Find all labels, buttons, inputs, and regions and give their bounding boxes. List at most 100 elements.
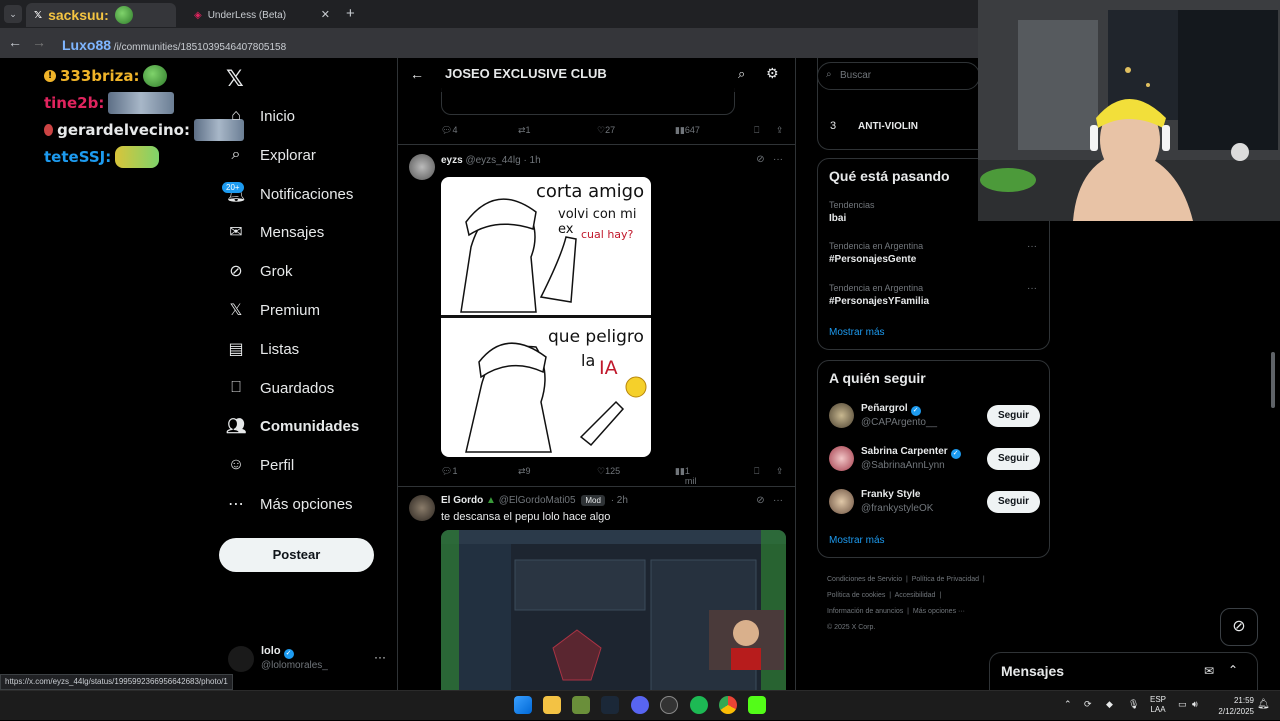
share-icon[interactable]: ⇪ — [776, 125, 784, 136]
avatar[interactable] — [829, 403, 854, 428]
avatar[interactable] — [829, 489, 854, 514]
follow-name[interactable]: Sabrina Carpenter ✓ — [861, 446, 961, 459]
repost-button[interactable]: ⇄ 1 — [518, 125, 531, 136]
nav-mensajes[interactable]: ✉ Mensajes — [226, 217, 324, 247]
post-image[interactable]: corta amigo volvi con mi ex cual hay? qu… — [441, 177, 651, 457]
back-arrow-icon[interactable]: ← — [8, 34, 22, 50]
volume-icon[interactable]: 🔊︎ — [1192, 699, 1198, 710]
repost-button[interactable]: ⇄ 9 — [518, 466, 531, 477]
chrome-icon[interactable] — [719, 696, 737, 714]
share-icon[interactable]: ⇪ — [776, 466, 784, 477]
show-more-link[interactable]: Mostrar más — [829, 535, 885, 546]
reply-button[interactable]: 💬︎ 1 — [441, 466, 457, 477]
footer-link[interactable]: Accesibilidad — [895, 592, 936, 599]
more-horizontal-icon[interactable]: ··· — [773, 495, 783, 506]
more-horizontal-icon[interactable]: ··· — [773, 154, 783, 165]
follow-name[interactable]: Peñargrol ✓ — [861, 403, 921, 416]
tab-underless[interactable]: ◈ UnderLess (Beta) ✕ — [186, 3, 338, 27]
nav-listas[interactable]: ▤ Listas — [226, 334, 299, 364]
footer-link[interactable]: Condiciones de Servicio — [827, 576, 902, 583]
follow-handle[interactable]: @SabrinaAnnLynn — [861, 460, 945, 471]
follow-handle[interactable]: @frankystyleOK — [861, 503, 933, 514]
nav-inicio[interactable]: ⌂ Inicio — [226, 101, 295, 131]
app-icon[interactable] — [572, 696, 590, 714]
trend-name[interactable]: Ibai — [829, 213, 846, 224]
search-input[interactable]: ⌕ Buscar — [817, 62, 980, 90]
tab-x[interactable]: 𝕏 sacksuu: — [26, 3, 176, 27]
avatar[interactable] — [409, 495, 435, 521]
footer-link[interactable]: Más opciones ··· — [913, 608, 965, 615]
post-time[interactable]: · 1h — [523, 155, 540, 166]
account-switcher[interactable]: lolo ✓ @lolomorales_ ··· — [228, 644, 386, 674]
follow-handle[interactable]: @CAPArgento__ — [861, 417, 937, 428]
grok-floating-button[interactable]: ⊘ — [1220, 608, 1258, 646]
views-button[interactable]: ▮▮ 647 — [675, 125, 700, 136]
avatar[interactable] — [829, 446, 854, 471]
post-image[interactable] — [441, 530, 786, 690]
follow-name[interactable]: Franky Style — [861, 489, 920, 500]
new-message-icon[interactable]: ✉ — [1204, 664, 1214, 678]
more-horizontal-icon[interactable]: ··· — [374, 650, 386, 664]
tab-list-button[interactable]: ⌄ — [4, 5, 22, 23]
notification-icon[interactable]: 🔔︎ — [1257, 699, 1270, 710]
nav-guardados[interactable]: ⎕ Guardados — [226, 373, 334, 403]
nav-premium[interactable]: 𝕏 Premium — [226, 295, 320, 325]
show-more-link[interactable]: Mostrar más — [829, 327, 885, 338]
grok-icon[interactable]: ⊘ — [756, 154, 764, 165]
x-logo-icon[interactable]: 𝕏 — [226, 66, 244, 92]
bookmark-icon[interactable]: ⎕ — [754, 125, 759, 136]
avatar[interactable] — [409, 154, 435, 180]
nav-comunidades[interactable]: 👥︎ Comunidades — [226, 411, 359, 441]
tray-app-icon[interactable]: ◆ — [1106, 699, 1113, 710]
nav-mas-opciones[interactable]: ⋯ Más opciones — [226, 489, 353, 519]
messages-drawer[interactable]: Mensajes ✉ ⌃ — [989, 652, 1258, 692]
forward-arrow-icon[interactable]: → — [32, 34, 46, 50]
follow-button[interactable]: Seguir — [987, 405, 1040, 427]
nav-notificaciones[interactable]: 🔔︎ Notificaciones — [226, 179, 353, 209]
more-horizontal-icon[interactable]: ··· — [1027, 283, 1037, 294]
url-field[interactable]: Luxo88 /i/communities/185103954640780515… — [54, 32, 974, 54]
post-button[interactable]: Postear — [219, 538, 374, 572]
reply-button[interactable]: 💬︎ 4 — [441, 125, 457, 136]
microphone-icon[interactable]: 🎙︎ — [1128, 699, 1139, 710]
steam-icon[interactable] — [601, 696, 619, 714]
views-button[interactable]: ▮▮ 1 mil — [675, 466, 696, 486]
nav-perfil[interactable]: ☺ Perfil — [226, 450, 294, 480]
kick-icon[interactable] — [748, 696, 766, 714]
spotify-icon[interactable] — [690, 696, 708, 714]
search-icon[interactable]: ⌕ — [738, 66, 745, 82]
sync-icon[interactable]: ⟳ — [1084, 699, 1092, 710]
discord-icon[interactable] — [631, 696, 649, 714]
like-button[interactable]: ♡ 27 — [597, 125, 615, 136]
follow-button[interactable]: Seguir — [987, 448, 1040, 470]
file-explorer-icon[interactable] — [543, 696, 561, 714]
footer-link[interactable]: Política de Privacidad — [912, 576, 979, 583]
close-icon[interactable]: ✕ — [321, 8, 330, 21]
author-handle[interactable]: @eyzs_44lg — [465, 155, 520, 166]
nav-explorar[interactable]: ⌕ Explorar — [226, 140, 316, 170]
gear-icon[interactable]: ⚙ — [766, 65, 779, 82]
obs-icon[interactable] — [660, 696, 678, 714]
grok-icon[interactable]: ⊘ — [756, 495, 764, 506]
language-indicator[interactable]: ESP LAA — [1150, 695, 1166, 715]
new-tab-button[interactable]: + — [346, 5, 355, 22]
like-button[interactable]: ♡ 125 — [597, 466, 620, 477]
follow-button[interactable]: Seguir — [987, 491, 1040, 513]
trend-name[interactable]: ANTI-VIOLIN — [858, 121, 918, 132]
chevron-up-icon[interactable]: ⌃ — [1064, 699, 1072, 710]
back-arrow-icon[interactable]: ← — [410, 66, 424, 82]
footer-link[interactable]: Información de anuncios — [827, 608, 903, 615]
post-time[interactable]: · 2h — [611, 495, 628, 506]
footer-link[interactable]: Política de cookies — [827, 592, 885, 599]
author-name[interactable]: El Gordo ▲ — [441, 495, 496, 506]
windows-start-icon[interactable] — [514, 696, 532, 714]
trend-name[interactable]: #PersonajesYFamilia — [829, 296, 929, 307]
author-handle[interactable]: @ElGordoMati05 — [499, 495, 576, 506]
scrollbar-thumb[interactable] — [1271, 352, 1275, 408]
author-name[interactable]: eyzs — [441, 155, 463, 166]
clock[interactable]: 21:59 2/12/2025 — [1208, 695, 1254, 717]
more-horizontal-icon[interactable]: ··· — [1027, 241, 1037, 252]
network-icon[interactable]: ▭ — [1178, 699, 1187, 710]
previous-post-media[interactable] — [441, 88, 735, 115]
trend-name[interactable]: #PersonajesGente — [829, 254, 916, 265]
